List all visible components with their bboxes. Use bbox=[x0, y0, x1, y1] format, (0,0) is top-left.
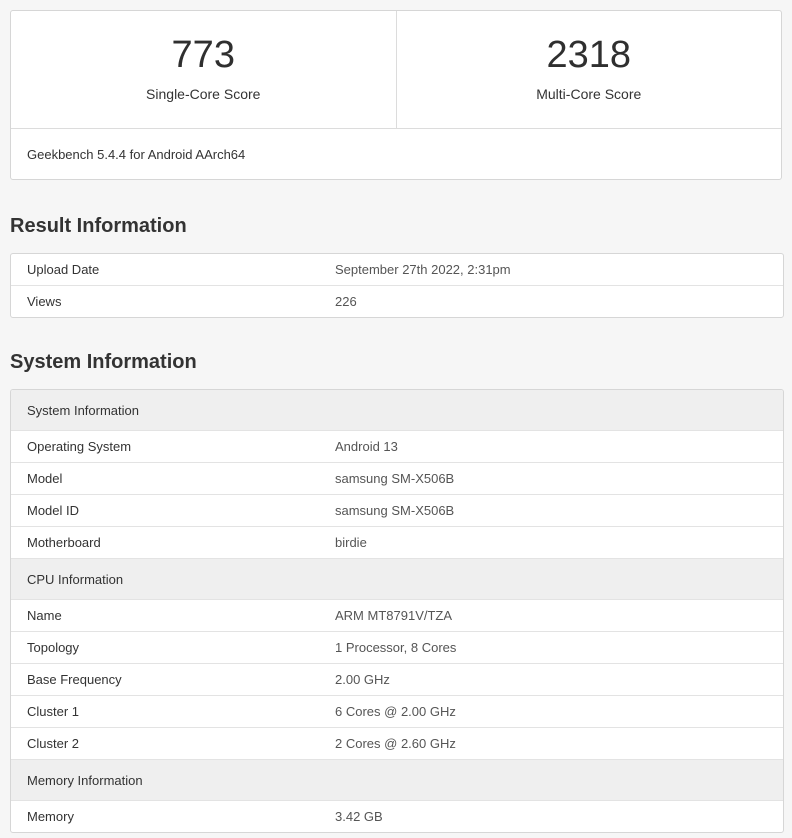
single-core-score-label: Single-Core Score bbox=[146, 86, 261, 102]
row-key: Base Frequency bbox=[27, 672, 122, 687]
table-row: Base Frequency 2.00 GHz bbox=[11, 663, 783, 695]
multi-core-score-value: 2318 bbox=[546, 34, 632, 76]
row-value: birdie bbox=[335, 535, 367, 550]
row-key: Upload Date bbox=[27, 262, 100, 277]
table-row: Name ARM MT8791V/TZA bbox=[11, 599, 783, 631]
multi-core-score-label: Multi-Core Score bbox=[536, 86, 642, 102]
table-row: Upload Date September 27th 2022, 2:31pm bbox=[11, 254, 783, 285]
score-row: 773 Single-Core Score 2318 Multi-Core Sc… bbox=[11, 11, 781, 129]
table-row: Motherboard birdie bbox=[11, 526, 783, 558]
row-key: Model ID bbox=[27, 503, 80, 518]
row-key: Model bbox=[27, 471, 63, 486]
row-value: 2 Cores @ 2.60 GHz bbox=[335, 736, 456, 751]
row-key: Cluster 2 bbox=[27, 736, 80, 751]
multi-core-score: 2318 Multi-Core Score bbox=[395, 11, 782, 128]
row-key: Operating System bbox=[27, 439, 132, 454]
group-header-memory: Memory Information bbox=[11, 759, 783, 800]
row-value: 6 Cores @ 2.00 GHz bbox=[335, 704, 456, 719]
benchmark-version: Geekbench 5.4.4 for Android AArch64 bbox=[27, 147, 246, 162]
table-row: Operating System Android 13 bbox=[11, 430, 783, 462]
table-row: Model ID samsung SM-X506B bbox=[11, 494, 783, 526]
table-row: Model samsung SM-X506B bbox=[11, 462, 783, 494]
table-row: Topology 1 Processor, 8 Cores bbox=[11, 631, 783, 663]
table-row: Memory 3.42 GB bbox=[11, 800, 783, 832]
group-header-system: System Information bbox=[11, 390, 783, 430]
row-value: 1 Processor, 8 Cores bbox=[335, 640, 457, 655]
row-value: samsung SM-X506B bbox=[335, 471, 455, 486]
row-value: Android 13 bbox=[335, 439, 398, 454]
table-row: Cluster 1 6 Cores @ 2.00 GHz bbox=[11, 695, 783, 727]
row-value: 3.42 GB bbox=[335, 809, 383, 824]
row-value: samsung SM-X506B bbox=[335, 503, 455, 518]
row-key: Cluster 1 bbox=[27, 704, 80, 719]
row-key: Topology bbox=[27, 640, 80, 655]
result-information-title: Result Information bbox=[10, 215, 187, 237]
row-key: Motherboard bbox=[27, 535, 101, 550]
system-information-title: System Information bbox=[10, 351, 197, 373]
result-information-table: Upload Date September 27th 2022, 2:31pm … bbox=[10, 253, 784, 318]
row-value: 2.00 GHz bbox=[335, 672, 390, 687]
row-key: Views bbox=[27, 294, 62, 309]
row-key: Memory bbox=[27, 809, 74, 824]
score-card: 773 Single-Core Score 2318 Multi-Core Sc… bbox=[10, 10, 782, 180]
system-information-table: System Information Operating System Andr… bbox=[10, 389, 784, 833]
row-value: 226 bbox=[335, 294, 357, 309]
table-row: Cluster 2 2 Cores @ 2.60 GHz bbox=[11, 727, 783, 759]
table-row: Views 226 bbox=[11, 285, 783, 317]
row-value: ARM MT8791V/TZA bbox=[335, 608, 453, 623]
single-core-score-value: 773 bbox=[171, 34, 235, 76]
group-header-cpu: CPU Information bbox=[11, 558, 783, 599]
row-value: September 27th 2022, 2:31pm bbox=[335, 262, 511, 277]
single-core-score: 773 Single-Core Score bbox=[11, 11, 396, 128]
row-key: Name bbox=[27, 608, 62, 623]
